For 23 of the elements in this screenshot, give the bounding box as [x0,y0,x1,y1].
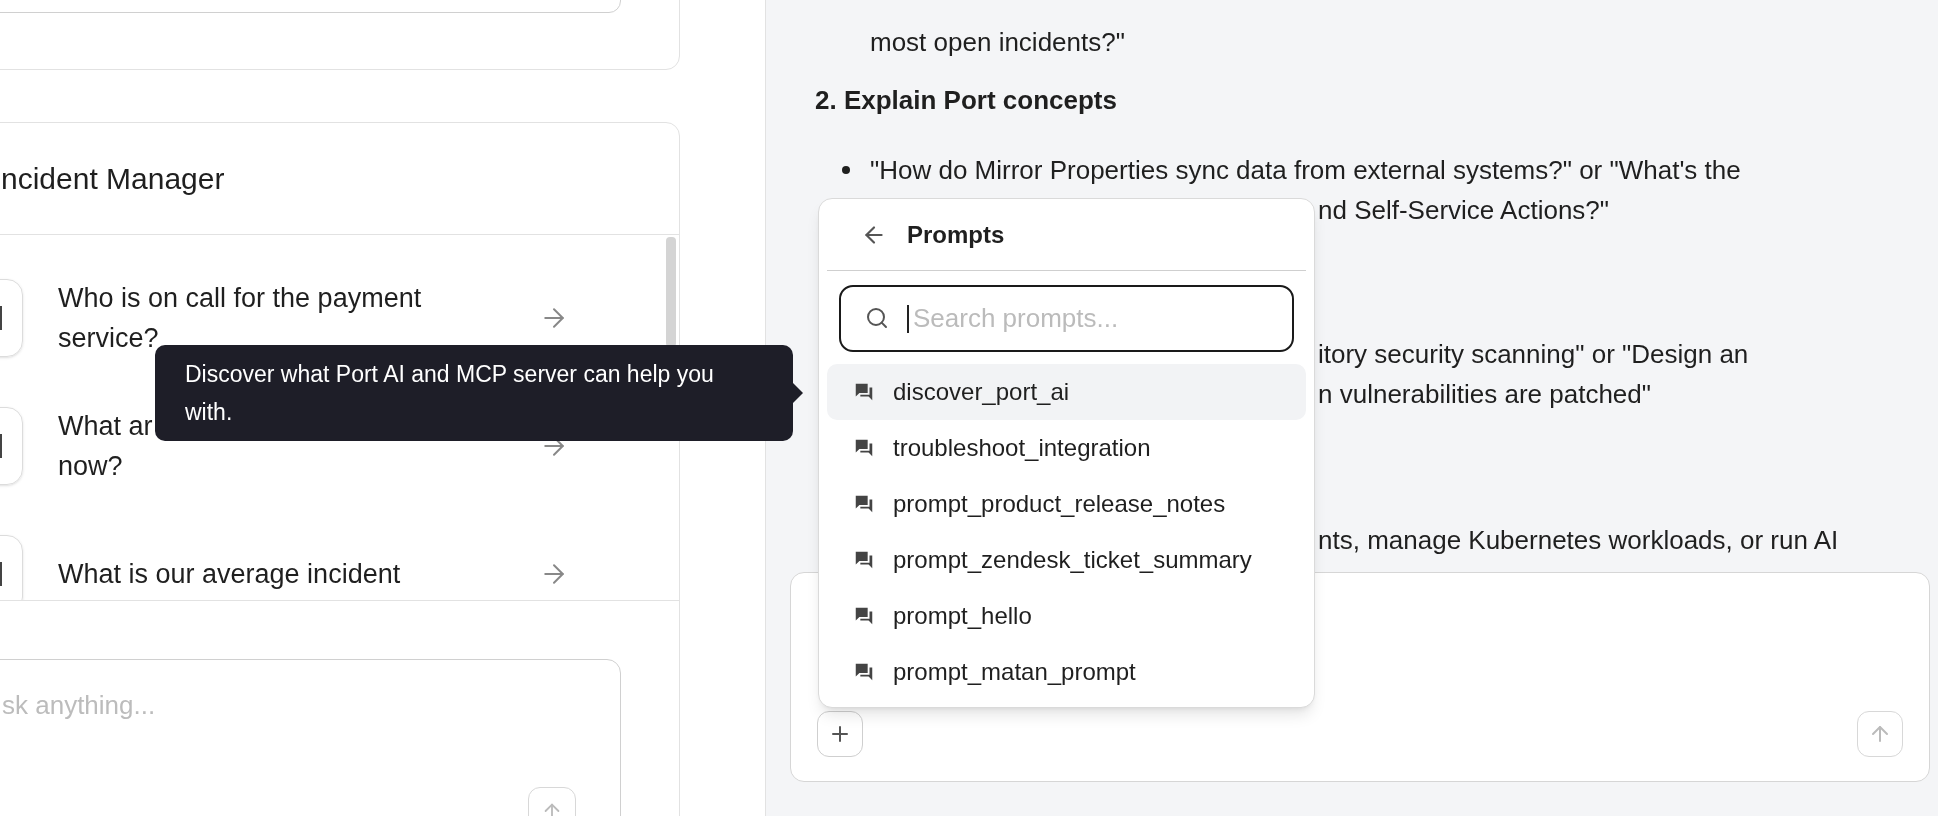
chat-text: most open incidents?" [869,26,1126,59]
question-item[interactable]: What is our average incident [0,535,679,600]
tooltip: Discover what Port AI and MCP server can help you with. [155,345,793,441]
chat-text: "How do Mirror Properties sync data from external systems?" or "What's the [870,154,1741,187]
prompt-item[interactable]: prompt_product_release_notes [827,476,1306,532]
menu-title: Prompts [907,219,1005,250]
card-title: ncident Manager [1,161,225,197]
input-placeholder: sk anything... [2,689,157,722]
prompt-item[interactable]: discover_port_ai [827,364,1306,420]
prompt-item[interactable]: prompt_hello [827,588,1306,644]
question-text: What is our average incident [58,558,401,591]
question-text: now? [58,450,123,483]
chat-text: nd Self-Service Actions?" [1318,194,1610,227]
chat-heading: 2. Explain Port concepts [814,84,1118,117]
question-text: What ar [58,410,153,443]
search-field[interactable]: Search prompts... [839,285,1294,352]
chat-text: itory security scanning" or "Design an [1318,338,1749,371]
prompt-item[interactable]: prompt_zendesk_ticket_summary [827,532,1306,588]
prompt-item[interactable]: troubleshoot_integration [827,420,1306,476]
prompt-item[interactable]: prompt_matan_prompt [827,644,1306,700]
question-text: Who is on call for the payment [58,282,422,315]
chat-text: n vulnerabilities are patched" [1318,378,1651,411]
chat-text: nts, manage Kubernetes workloads, or run AI [1318,524,1839,557]
